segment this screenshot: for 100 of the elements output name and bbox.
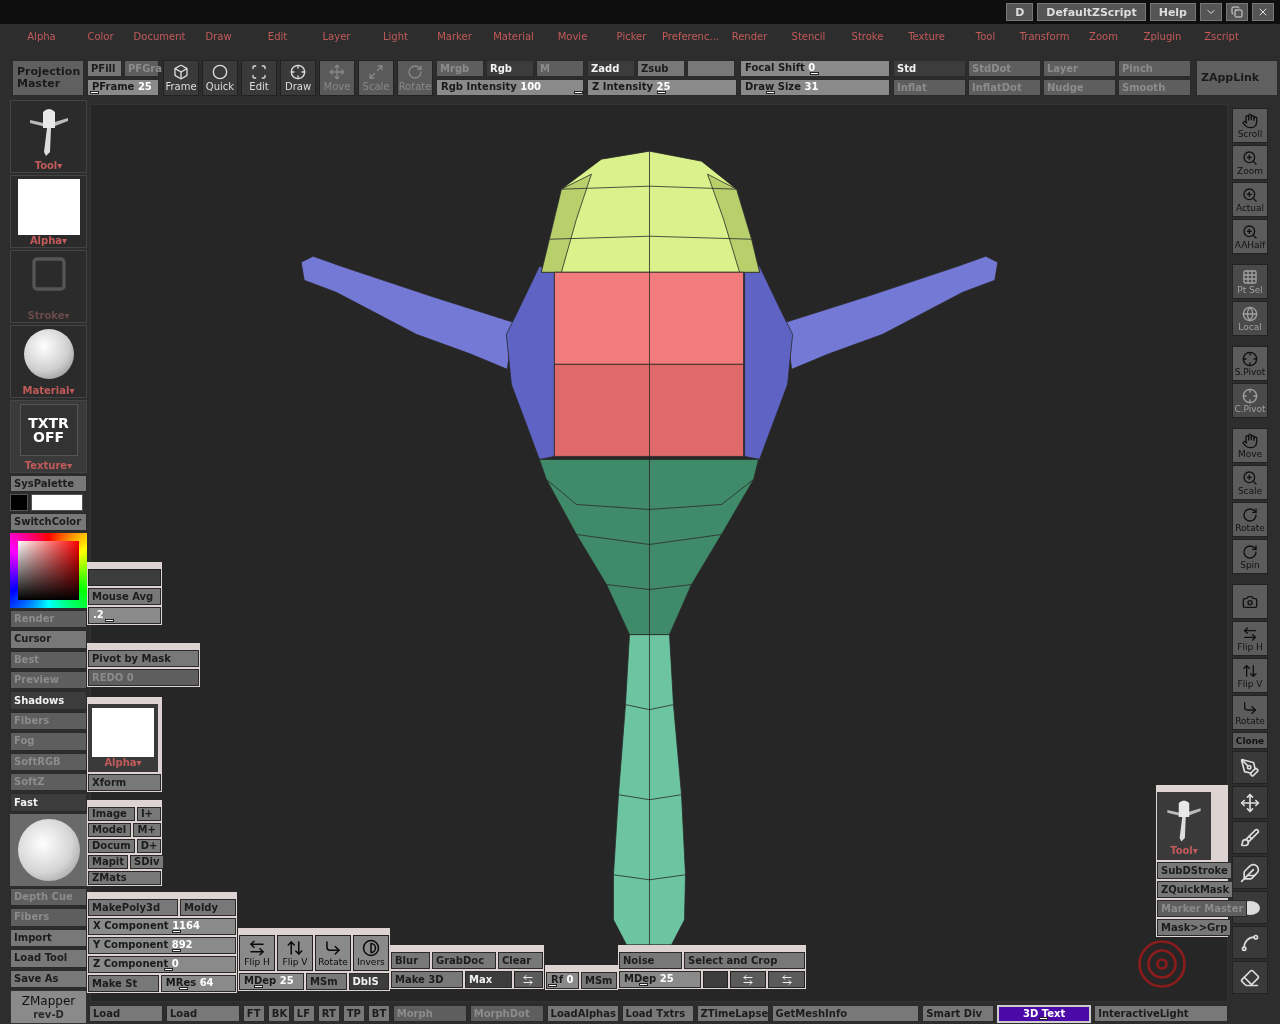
rgb-intensity-slider[interactable]: Rgb Intensity 100: [436, 79, 584, 96]
menu-item[interactable]: Material: [484, 30, 543, 42]
focal-shift-slider[interactable]: Focal Shift 0: [740, 60, 890, 77]
slider-thumb[interactable]: [253, 985, 263, 988]
zapplink-button[interactable]: ZAppLink: [1196, 60, 1278, 96]
panel-button[interactable]: ZMats: [88, 871, 161, 885]
brush-tool-button[interactable]: [1232, 926, 1268, 959]
view-button[interactable]: Move: [1232, 428, 1268, 463]
panel-button[interactable]: Xform: [88, 774, 161, 791]
view-button[interactable]: Rotate: [1232, 695, 1268, 730]
panel-button[interactable]: Mask>>Grp: [1157, 919, 1232, 936]
menu-item[interactable]: Tool: [956, 30, 1015, 42]
z-intensity-slider[interactable]: Z Intensity 25: [587, 79, 737, 96]
texture-thumbnail[interactable]: TXTR OFF Texture▾: [10, 400, 87, 473]
toolbar-button[interactable]: PFill: [87, 60, 122, 77]
title-button[interactable]: D: [1006, 3, 1034, 21]
view-button[interactable]: Rotate: [1232, 502, 1268, 537]
panel-button[interactable]: DblS: [348, 973, 389, 990]
menu-item[interactable]: Render: [720, 30, 779, 42]
zmapper-button[interactable]: ZMapper rev-D: [10, 989, 87, 1024]
icon-button[interactable]: Invers: [353, 935, 389, 971]
draw-size-slider[interactable]: Draw Size 31: [740, 79, 890, 96]
menu-item[interactable]: Marker: [425, 30, 484, 42]
mode-button[interactable]: Quick: [202, 60, 238, 96]
menu-item[interactable]: Zoom: [1074, 30, 1133, 42]
z-mode-button[interactable]: Zadd: [587, 60, 635, 77]
slider-thumb[interactable]: [639, 983, 649, 986]
slider-thumb[interactable]: [765, 91, 775, 94]
view-button[interactable]: FT: [242, 1005, 265, 1022]
slider-thumb[interactable]: [171, 930, 181, 933]
panel-slider[interactable]: Z Component 0: [88, 956, 236, 973]
z-mode-button[interactable]: Zsub: [637, 60, 685, 77]
close-button[interactable]: [1252, 3, 1274, 21]
color-swatch[interactable]: [10, 494, 28, 512]
panel-button[interactable]: MakePoly3d: [88, 899, 179, 916]
panel-slider[interactable]: MRes 64: [160, 975, 236, 992]
menu-item[interactable]: Stroke: [838, 30, 897, 42]
brush-tool-button[interactable]: [1232, 961, 1268, 994]
panel-button[interactable]: MSm: [306, 973, 347, 990]
shelf-button[interactable]: Save As: [10, 969, 87, 988]
icon-button[interactable]: [768, 971, 805, 988]
menu-item[interactable]: Transform: [1015, 30, 1074, 42]
syspalette-button[interactable]: SysPalette: [10, 475, 87, 493]
panel-button[interactable]: Docum: [88, 839, 135, 853]
bottom-button[interactable]: InteractiveLight: [1094, 1005, 1228, 1022]
projection-master-button[interactable]: Projection Master: [12, 60, 84, 96]
z-mode-button[interactable]: [687, 60, 735, 77]
menu-item[interactable]: Preferenc...: [661, 30, 720, 42]
brush-tool-button[interactable]: [1232, 786, 1268, 819]
render-button[interactable]: Fast: [10, 793, 87, 812]
panel-button[interactable]: M+: [133, 823, 161, 837]
slider-thumb[interactable]: [171, 949, 181, 952]
menu-item[interactable]: Stencil: [779, 30, 838, 42]
menu-item[interactable]: Zplugin: [1133, 30, 1192, 42]
render-button[interactable]: Cursor: [10, 630, 87, 649]
color-swatch[interactable]: [31, 494, 83, 512]
alpha-thumbnail[interactable]: Alpha▾: [88, 704, 158, 772]
panel-button[interactable]: I+: [136, 807, 161, 821]
mode-button[interactable]: Frame: [163, 60, 199, 96]
bottom-button[interactable]: LoadAlphas: [546, 1005, 619, 1022]
panel-button[interactable]: GrabDoc: [431, 952, 496, 969]
bottom-button[interactable]: Smart Div: [922, 1005, 995, 1022]
panel-button[interactable]: SDiv: [130, 855, 164, 869]
panel-button[interactable]: Select and Crop: [684, 952, 805, 969]
menu-item[interactable]: Light: [366, 30, 425, 42]
view-button[interactable]: BT: [367, 1005, 390, 1022]
slider-thumb[interactable]: [178, 987, 188, 990]
text-slider[interactable]: 3D Text: [997, 1004, 1092, 1023]
color-mode-button[interactable]: Rgb: [486, 60, 534, 77]
menu-item[interactable]: Edit: [248, 30, 307, 42]
menu-item[interactable]: Movie: [543, 30, 602, 42]
view-button[interactable]: [1232, 584, 1268, 619]
panel-button[interactable]: Max: [465, 971, 512, 988]
icon-button[interactable]: Rotate: [315, 935, 351, 971]
tool-thumbnail[interactable]: Tool▾: [1157, 792, 1211, 860]
title-button[interactable]: Help: [1149, 3, 1196, 21]
menu-item[interactable]: Color: [71, 30, 130, 42]
panel-button[interactable]: Pivot by Mask: [88, 650, 199, 667]
brush-tool-button[interactable]: [1232, 856, 1268, 889]
panel-slider[interactable]: Rf 0: [546, 972, 579, 989]
title-button[interactable]: DefaultZScript: [1037, 3, 1146, 21]
menu-item[interactable]: Alpha: [12, 30, 71, 42]
view-button[interactable]: Scale: [1232, 465, 1268, 500]
view-button[interactable]: Actual: [1232, 182, 1268, 217]
slider-thumb[interactable]: [657, 91, 666, 94]
menu-item[interactable]: Zscript: [1192, 30, 1251, 42]
shelf-button[interactable]: Import: [10, 928, 87, 948]
brush-button[interactable]: Std: [893, 60, 966, 77]
brush-tool-button[interactable]: [1232, 821, 1268, 854]
panel-slider[interactable]: MDep 25: [239, 973, 304, 990]
pframe-slider[interactable]: PFrame 25: [87, 79, 159, 96]
slider-thumb[interactable]: [548, 984, 558, 987]
color-picker[interactable]: [10, 532, 87, 608]
view-button[interactable]: Flip H: [1232, 621, 1268, 656]
menu-item[interactable]: Document: [130, 30, 189, 42]
slider-thumb[interactable]: [573, 91, 583, 94]
brush-tool-button[interactable]: [1232, 751, 1268, 784]
panel-button[interactable]: MSm: [580, 972, 617, 989]
icon-button[interactable]: [729, 971, 767, 988]
panel-button[interactable]: Blur: [391, 952, 430, 969]
